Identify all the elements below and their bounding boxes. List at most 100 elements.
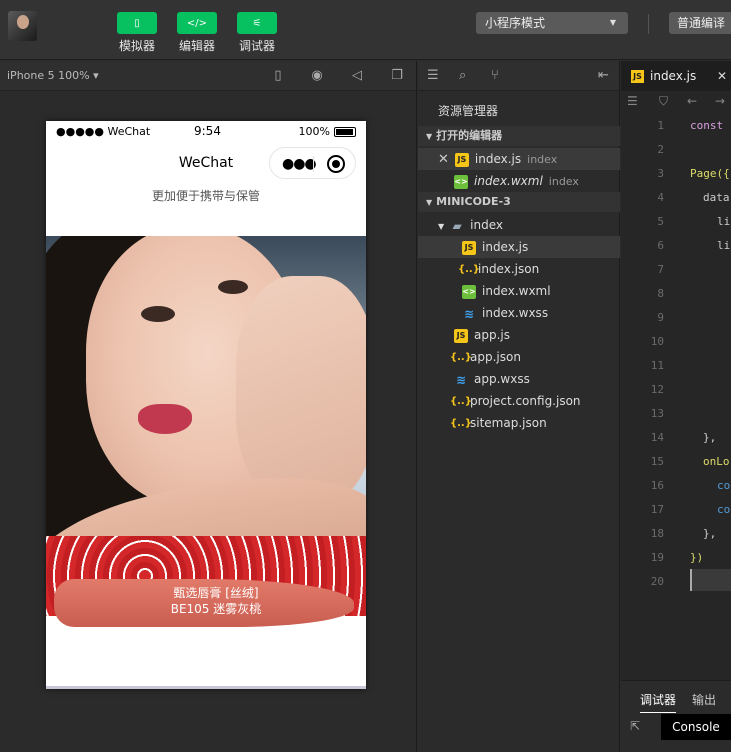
- close-target-icon[interactable]: [327, 155, 345, 173]
- inspect-icon[interactable]: ⇱: [630, 719, 640, 733]
- close-icon[interactable]: ✕: [717, 61, 727, 91]
- open-editor-item[interactable]: ✕ JS index.js index: [418, 148, 620, 170]
- line-number: 9: [657, 311, 664, 324]
- mode-select[interactable]: 小程序模式 ▼: [476, 12, 628, 34]
- forward-arrow-icon[interactable]: →: [715, 94, 725, 108]
- json-file-icon: {..}: [450, 395, 472, 407]
- detach-window-icon[interactable]: ❐: [389, 68, 405, 84]
- code-icon: </>: [177, 12, 217, 34]
- json-file-icon: {..}: [450, 351, 472, 363]
- code-line-19[interactable]: }): [690, 551, 703, 564]
- project-section[interactable]: ▼ MINICODE-3: [418, 192, 620, 212]
- line-number: 20: [650, 575, 664, 588]
- nav-bar: WeChat ●●●: [46, 141, 366, 185]
- tree-item[interactable]: <> index.wxml: [418, 280, 620, 302]
- line-number: 12: [650, 383, 664, 396]
- open-editors-section[interactable]: ▼ 打开的编辑器: [418, 126, 620, 146]
- tree-item[interactable]: {..}sitemap.json: [418, 412, 620, 434]
- debugger-label: 调试器: [238, 39, 275, 53]
- file-name: app.js: [474, 328, 510, 342]
- tree-item[interactable]: JS app.js: [418, 324, 620, 346]
- phone-rotate-icon[interactable]: ▯: [270, 68, 286, 84]
- line-number: 2: [657, 143, 664, 156]
- code-line-17[interactable]: co: [717, 503, 730, 516]
- more-icon[interactable]: ●●●: [282, 156, 317, 172]
- tab-console[interactable]: Console: [661, 714, 731, 740]
- section-label: MINICODE-3: [436, 195, 511, 208]
- tab-label: index.js: [650, 69, 697, 83]
- file-name: index.wxml: [482, 284, 551, 298]
- tree-item[interactable]: ≋ app.wxss: [418, 368, 620, 390]
- search-icon[interactable]: ⌕: [459, 68, 466, 83]
- battery-icon: [334, 126, 356, 137]
- wxss-file-icon: ≋: [463, 306, 475, 321]
- file-name: index.js: [474, 152, 522, 166]
- line-number: 18: [650, 527, 664, 540]
- js-file-icon: JS: [462, 240, 476, 255]
- line-number: 11: [650, 359, 664, 372]
- file-name: index.wxss: [482, 306, 549, 320]
- tree-item[interactable]: ≋ index.wxss: [418, 302, 620, 324]
- list-icon[interactable]: ☰: [427, 68, 439, 83]
- code-line-14[interactable]: },: [703, 431, 716, 444]
- bookmark-icon[interactable]: ⛉: [659, 94, 668, 109]
- device-select[interactable]: iPhone 5 100% ▾: [7, 69, 99, 82]
- status-bar: ●●●●● WeChat 9:54 100%: [46, 121, 366, 141]
- file-name: index.js: [482, 240, 529, 254]
- debugger-button[interactable]: ⚟ 调试器: [237, 12, 277, 54]
- folder-item[interactable]: ▼ ▰ index: [418, 214, 620, 236]
- line-number: 7: [657, 263, 664, 276]
- avatar[interactable]: [8, 11, 37, 41]
- folder-icon: ▰: [452, 218, 462, 233]
- code-line-16[interactable]: co: [717, 479, 730, 492]
- outline-icon[interactable]: ☰: [627, 94, 638, 108]
- js-file-icon: JS: [631, 70, 644, 83]
- code-line-6[interactable]: li: [717, 239, 730, 252]
- open-editor-item[interactable]: <> index.wxml index: [418, 170, 620, 192]
- line-number: 6: [657, 239, 664, 252]
- tab-debugger[interactable]: 调试器: [640, 691, 677, 713]
- compile-mode-button[interactable]: 普通编译: [669, 12, 731, 34]
- code-line-5[interactable]: li: [717, 215, 730, 228]
- tree-item[interactable]: {..}app.json: [418, 346, 620, 368]
- code-line-1[interactable]: const: [690, 119, 723, 132]
- divider: [648, 14, 649, 34]
- code-line-15[interactable]: onLo: [703, 455, 730, 468]
- editor-label: 编辑器: [178, 39, 215, 53]
- capsule-divider: [313, 156, 314, 172]
- line-number: 5: [657, 215, 664, 228]
- editor-tab[interactable]: JS index.js ✕: [621, 61, 731, 91]
- file-name: index.json: [478, 262, 540, 276]
- js-file-icon: JS: [454, 152, 469, 167]
- file-name: project.config.json: [470, 394, 581, 408]
- tree-item[interactable]: {..}index.json: [418, 258, 620, 280]
- collapse-panel-icon[interactable]: ⇤: [598, 68, 609, 83]
- product-caption: 甄选唇膏 [丝绒] BE105 迷雾灰桃: [156, 585, 276, 617]
- top-toolbar: ▯ 模拟器 </> 编辑器 ⚟ 调试器 小程序模式 ▼ 普通编译: [0, 0, 731, 60]
- tree-item[interactable]: JS index.js: [418, 236, 620, 258]
- branch-icon[interactable]: ⑂: [491, 68, 499, 83]
- product-name: 甄选唇膏 [丝绒]: [173, 586, 259, 600]
- file-hint: index: [548, 175, 579, 188]
- close-icon[interactable]: ✕: [438, 152, 449, 167]
- code-line-4[interactable]: data: [703, 191, 730, 204]
- tab-output[interactable]: 输出: [692, 691, 716, 708]
- section-label: 打开的编辑器: [436, 129, 503, 142]
- line-number: 1: [657, 119, 664, 132]
- sound-icon[interactable]: ◁: [349, 68, 365, 84]
- json-file-icon: {..}: [450, 417, 472, 429]
- editor-button[interactable]: </> 编辑器: [177, 12, 217, 54]
- wxml-file-icon: <>: [462, 284, 476, 299]
- tree-item[interactable]: {..}project.config.json: [418, 390, 620, 412]
- back-arrow-icon[interactable]: ←: [687, 94, 697, 108]
- code-line-18[interactable]: },: [703, 527, 716, 540]
- code-line-3[interactable]: Page({: [690, 167, 730, 180]
- simulator-toolbar: iPhone 5 100% ▾ ▯ ◉ ◁ ❐: [0, 61, 416, 91]
- record-icon[interactable]: ◉: [309, 68, 325, 84]
- console-bar: ⇱ Console: [621, 714, 731, 752]
- simulator-button[interactable]: ▯ 模拟器: [117, 12, 157, 54]
- phone-screen: ●●●●● WeChat 9:54 100% WeChat ●●● 更加便于携带…: [46, 121, 366, 689]
- wxml-file-icon: <>: [454, 174, 468, 189]
- line-number: 15: [650, 455, 664, 468]
- carrier-text: ●●●●● WeChat: [56, 125, 151, 138]
